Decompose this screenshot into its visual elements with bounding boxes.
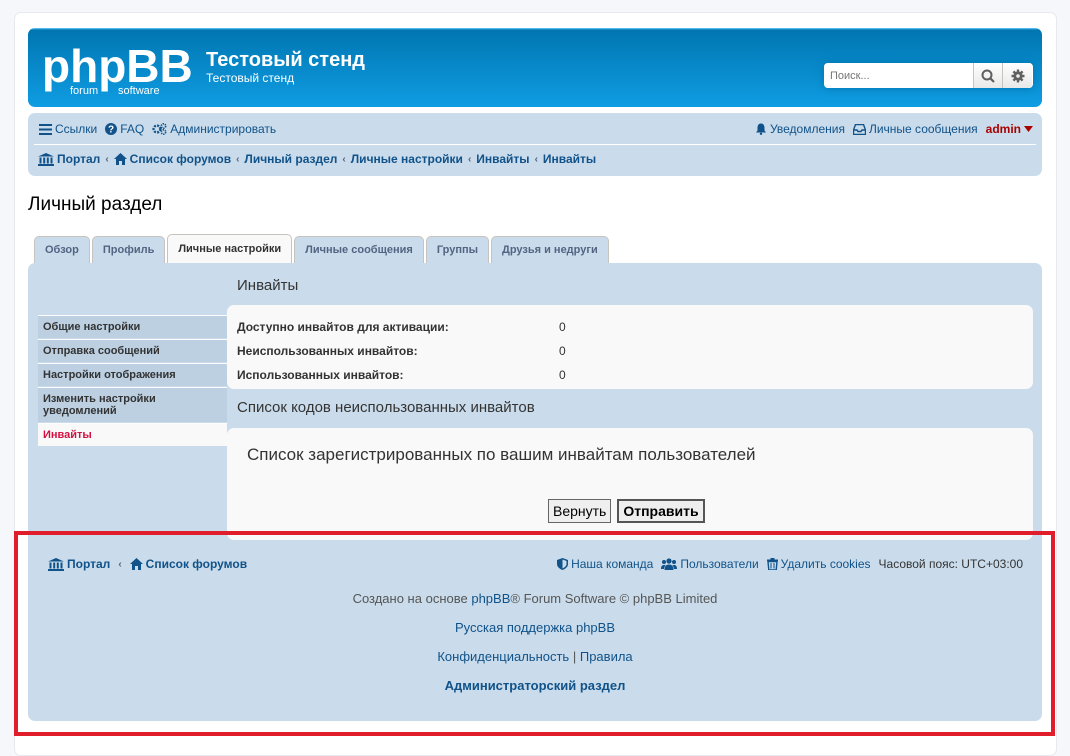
site-title[interactable]: Тестовый стенд	[206, 49, 365, 72]
tab-groups[interactable]: Группы	[425, 236, 490, 263]
stat-value: 0	[559, 344, 566, 358]
tab-profile[interactable]: Профиль	[91, 236, 166, 263]
crumb-separator: ‹	[534, 153, 538, 165]
crumb-label: Инвайты	[476, 152, 530, 166]
gear-icon	[1011, 69, 1024, 82]
search-icon	[981, 69, 995, 83]
crumb-label: Список форумов	[129, 152, 232, 166]
nav-right: Уведомления Личные сообщения admin	[755, 122, 1033, 136]
phpbb-logo[interactable]: phpBB forum software	[42, 38, 194, 98]
stat-label: Неиспользованных инвайтов:	[237, 344, 418, 358]
crumb-separator: ‹	[236, 153, 240, 165]
side-item-notifications[interactable]: Изменить настройки уведомлений	[38, 387, 227, 422]
side-item-display[interactable]: Настройки отображения	[38, 363, 227, 386]
submit-button[interactable]: Отправить	[617, 499, 705, 523]
nav-links-menu[interactable]: Ссылки	[39, 122, 97, 136]
breadcrumb: Портал ‹ Список форумов ‹ Личный раздел …	[38, 151, 596, 167]
navbar: Ссылки ? FAQ Администрировать Уведомлени…	[28, 113, 1042, 176]
nav-left: Ссылки ? FAQ Администрировать	[39, 122, 276, 136]
crumb-separator: ‹	[105, 153, 109, 165]
tab-friends-foes[interactable]: Друзья и недруги	[491, 236, 609, 263]
crumb-label: Личные настройки	[350, 152, 463, 166]
crumb-prefs[interactable]: Личные настройки	[351, 152, 463, 166]
search-input[interactable]	[824, 63, 974, 88]
nav-user-menu[interactable]: admin	[986, 122, 1033, 136]
menu-icon	[39, 123, 52, 135]
help-icon: ?	[105, 123, 118, 136]
tab-preferences[interactable]: Личные настройки	[167, 234, 293, 263]
side-menu: Общие настройки Отправка сообщений Настр…	[38, 315, 227, 447]
bank-icon	[38, 152, 54, 166]
stat-value: 0	[559, 368, 566, 382]
logo-sub-software: software	[118, 85, 160, 97]
search-box	[824, 63, 1033, 88]
crumb-invites-current[interactable]: Инвайты	[543, 152, 596, 166]
nav-username: admin	[985, 122, 1021, 136]
crumb-label: Инвайты	[542, 152, 597, 166]
crumb-forum-list[interactable]: Список форумов	[113, 152, 232, 166]
nav-private-messages[interactable]: Личные сообщения	[852, 122, 978, 136]
stat-value: 0	[559, 320, 566, 334]
crumb-separator: ‹	[342, 153, 346, 165]
nav-links-label: Ссылки	[55, 122, 98, 136]
ucp-tabs: Обзор Профиль Личные настройки Личные со…	[34, 234, 609, 263]
highlight-frame	[14, 531, 1055, 736]
nav-row: Ссылки ? FAQ Администрировать Уведомлени…	[39, 121, 1033, 137]
bell-icon	[755, 123, 766, 135]
stat-row: Неиспользованных инвайтов: 0	[237, 339, 1023, 363]
inbox-icon	[852, 123, 866, 135]
nav-divider	[34, 144, 1036, 145]
advanced-search-button[interactable]	[1003, 63, 1032, 88]
site-description: Тестовый стенд	[206, 71, 295, 85]
svg-text:?: ?	[108, 125, 114, 136]
crumb-portal[interactable]: Портал	[38, 152, 100, 166]
side-item-posting[interactable]: Отправка сообщений	[38, 339, 227, 362]
stat-row: Использованных инвайтов: 0	[237, 363, 1023, 387]
crumb-separator: ‹	[467, 153, 472, 165]
form-actions: Вернуть Отправить	[548, 499, 705, 523]
stat-row: Доступно инвайтов для активации: 0	[237, 315, 1023, 339]
page-title: Личный раздел	[28, 194, 163, 215]
caret-down-icon	[1024, 126, 1033, 132]
nav-notifications-label: Уведомления	[769, 122, 845, 136]
nav-notifications[interactable]: Уведомления	[755, 122, 845, 136]
stat-label: Использованных инвайтов:	[237, 368, 404, 382]
nav-admin[interactable]: Администрировать	[152, 122, 276, 136]
cogs-icon	[152, 123, 167, 135]
stat-label: Доступно инвайтов для активации:	[237, 320, 449, 334]
registered-users-box: Список зарегистрированных по вашим инвай…	[227, 428, 1033, 540]
home-icon	[113, 153, 127, 165]
nav-messages-label: Личные сообщения	[868, 122, 978, 136]
search-button[interactable]	[974, 63, 1003, 88]
crumb-label: Портал	[57, 152, 101, 166]
crumb-label: Личный раздел	[244, 152, 338, 166]
unused-invites-heading: Список кодов неиспользованных инвайтов	[237, 399, 535, 416]
crumb-invites[interactable]: Инвайты	[476, 152, 529, 166]
registered-users-heading: Список зарегистрированных по вашим инвай…	[247, 445, 756, 464]
invite-stats: Доступно инвайтов для активации: 0 Неисп…	[227, 305, 1033, 389]
side-item-invites[interactable]: Инвайты	[38, 423, 227, 446]
crumb-ucp[interactable]: Личный раздел	[244, 152, 337, 166]
logo-sub-forum: forum	[70, 85, 98, 97]
tab-overview[interactable]: Обзор	[34, 236, 90, 263]
reset-button[interactable]: Вернуть	[548, 499, 612, 523]
content-heading: Инвайты	[237, 277, 299, 294]
tab-private-messages[interactable]: Личные сообщения	[294, 236, 424, 263]
nav-faq-label: FAQ	[120, 122, 145, 136]
nav-admin-label: Администрировать	[170, 122, 277, 136]
nav-faq[interactable]: ? FAQ	[105, 122, 144, 136]
site-header: phpBB forum software Тестовый стенд Тест…	[28, 28, 1042, 107]
side-item-global[interactable]: Общие настройки	[38, 315, 227, 338]
